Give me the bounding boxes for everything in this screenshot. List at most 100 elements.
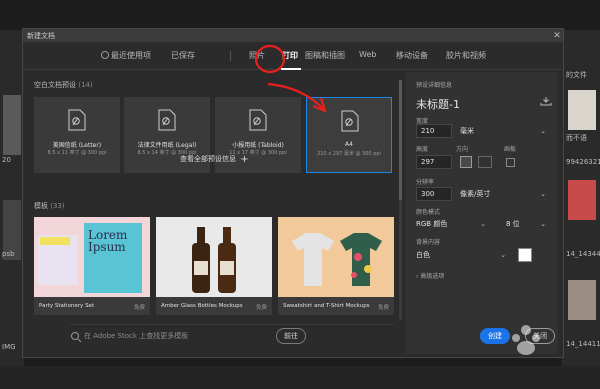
document-icon	[341, 110, 359, 132]
document-icon	[249, 109, 267, 131]
preset-name: A4	[345, 141, 353, 148]
template-name: Amber Glass Bottles Mockups	[161, 303, 243, 309]
artboards-checkbox[interactable]	[506, 158, 515, 167]
preset-name: 小报用纸 (Tabloid)	[232, 142, 284, 149]
chevron-down-icon: ⌄	[540, 220, 546, 228]
screen: { "background": { "left_labels": ["20", …	[0, 0, 600, 389]
active-tab-indicator	[281, 68, 301, 70]
document-name-field[interactable]: 未标题-1	[416, 96, 460, 112]
orientation-label: 方向	[456, 146, 469, 153]
document-icon	[158, 109, 176, 131]
template-thumbnail: Lorem Ipsum	[34, 217, 150, 297]
tab-saved[interactable]: 已保存	[171, 50, 195, 61]
unit-select[interactable]: 毫米 ⌄	[460, 124, 546, 138]
background-label: psb	[2, 250, 15, 258]
preset-name: 法律文件用纸 (Legal)	[137, 142, 197, 149]
search-icon	[71, 332, 82, 343]
template-free-tag: 免费	[255, 305, 267, 311]
template-card-sweatshirt[interactable]: Sweatshirt and T-Shirt Mockups 免费	[278, 217, 394, 315]
preset-card-a4[interactable]: A4 210 x 297 毫米 @ 300 ppi	[306, 97, 392, 173]
stock-search-bar: 在 Adobe Stock 上查找更多模板 前往	[70, 324, 394, 348]
background-thumbnail	[3, 95, 21, 155]
background-label: IMG	[2, 343, 16, 351]
clock-icon	[101, 51, 109, 59]
go-button[interactable]: 前往	[276, 328, 306, 344]
background-label: 的文件	[566, 71, 587, 79]
background-label: 而不语	[566, 134, 587, 142]
tab-divider	[230, 51, 231, 61]
category-tabs: 最近使用项 已保存 照片 打印 图稿和插图 Web 移动设备 胶片和视频	[23, 42, 563, 70]
height-field[interactable]: 297	[416, 155, 452, 169]
scrollbar-thumb[interactable]	[399, 80, 402, 200]
templates-heading: 模板 (33)	[34, 201, 65, 211]
dialog-title: 新建文档	[27, 31, 55, 40]
resolution-field[interactable]: 300	[416, 187, 452, 201]
tab-label: 最近使用项	[111, 51, 151, 60]
heading-count: (33)	[50, 202, 65, 210]
advanced-options-label: 高级选项	[420, 273, 445, 280]
chevron-down-icon: ⌄	[500, 251, 506, 259]
document-icon	[68, 109, 86, 131]
thumbnail-accent	[40, 237, 70, 245]
tab-mobile[interactable]: 移动设备	[396, 50, 428, 61]
blank-presets-heading: 空白文档预设 (14)	[34, 80, 93, 90]
bottles-image	[192, 227, 236, 293]
heading-text: 模板	[34, 202, 48, 210]
bit-depth-select[interactable]: 8 位 ⌄	[506, 217, 546, 231]
height-label: 高度	[416, 146, 429, 153]
resolution-unit-value: 像素/英寸	[460, 190, 491, 198]
tab-film-video[interactable]: 胶片和视频	[446, 50, 486, 61]
background-contents-label: 背景内容	[416, 239, 441, 246]
artboards-label: 画板	[504, 146, 517, 153]
unit-select-value: 毫米	[460, 127, 474, 135]
tab-photo[interactable]: 照片	[249, 50, 265, 61]
plus-icon: +	[240, 154, 249, 165]
background-color-swatch[interactable]	[518, 248, 532, 262]
view-all-label: 查看全部预设信息	[180, 155, 236, 163]
template-name: Sweatshirt and T-Shirt Mockups	[283, 303, 370, 309]
color-mode-select[interactable]: RGB 颜色 ⌄	[416, 217, 486, 231]
tab-print[interactable]: 打印	[282, 50, 298, 61]
tab-art-illustration[interactable]: 图稿和插图	[305, 50, 345, 61]
heading-count: (14)	[78, 81, 93, 89]
template-free-tag: 免费	[133, 305, 145, 311]
background-label: 14_144115	[566, 340, 600, 348]
tab-web[interactable]: Web	[359, 50, 376, 59]
background-label: 20	[2, 156, 11, 164]
preset-name: 美国信纸 (Letter)	[52, 142, 102, 149]
close-icon[interactable]: ✕	[551, 30, 563, 42]
view-all-presets-link[interactable]: 查看全部预设信息 +	[180, 154, 249, 165]
background-contents-select[interactable]: 白色 ⌄	[416, 248, 506, 262]
template-thumbnail	[156, 217, 272, 297]
advanced-options-toggle[interactable]: › 高级选项	[416, 271, 444, 280]
preset-details-panel: 预设详细信息 未标题-1 宽度 210 毫米 ⌄ 高度 方向 画板 297 分辨率…	[406, 72, 558, 354]
stock-search-input[interactable]: 在 Adobe Stock 上查找更多模板	[84, 331, 294, 343]
chevron-down-icon: ⌄	[480, 220, 486, 228]
preset-card-letter[interactable]: 美国信纸 (Letter) 8.5 x 11 英寸 @ 300 ppi	[34, 97, 120, 173]
background-bottom-strip	[0, 366, 600, 389]
details-heading: 预设详细信息	[416, 82, 453, 89]
heading-text: 空白文档预设	[34, 81, 76, 89]
background-label: 14_143442	[566, 250, 600, 258]
width-field[interactable]: 210	[416, 124, 452, 138]
template-card-amber-bottles[interactable]: Amber Glass Bottles Mockups 免费	[156, 217, 272, 315]
template-thumbnail	[278, 217, 394, 297]
dialog-titlebar: 新建文档 ✕	[23, 29, 563, 42]
resolution-unit-select[interactable]: 像素/英寸 ⌄	[460, 187, 546, 201]
background-thumbnail	[568, 180, 596, 220]
landscape-icon[interactable]	[478, 156, 492, 168]
template-card-party-stationery[interactable]: Lorem Ipsum Party Stationery Set 免费	[34, 217, 150, 315]
template-free-tag: 免费	[377, 305, 389, 311]
color-mode-label: 颜色模式	[416, 209, 441, 216]
presets-scrollbar[interactable]	[399, 80, 402, 320]
shirts-image	[292, 233, 382, 286]
tab-recent[interactable]: 最近使用项	[101, 50, 151, 61]
watermark-logo	[512, 325, 540, 355]
save-preset-icon[interactable]	[540, 96, 552, 106]
background-thumbnail	[568, 280, 596, 320]
thumbnail-card: Lorem Ipsum	[84, 223, 142, 293]
resolution-label: 分辨率	[416, 179, 435, 186]
background-contents-value: 白色	[416, 251, 430, 259]
color-mode-value: RGB 颜色	[416, 220, 448, 228]
portrait-icon[interactable]	[460, 156, 472, 168]
